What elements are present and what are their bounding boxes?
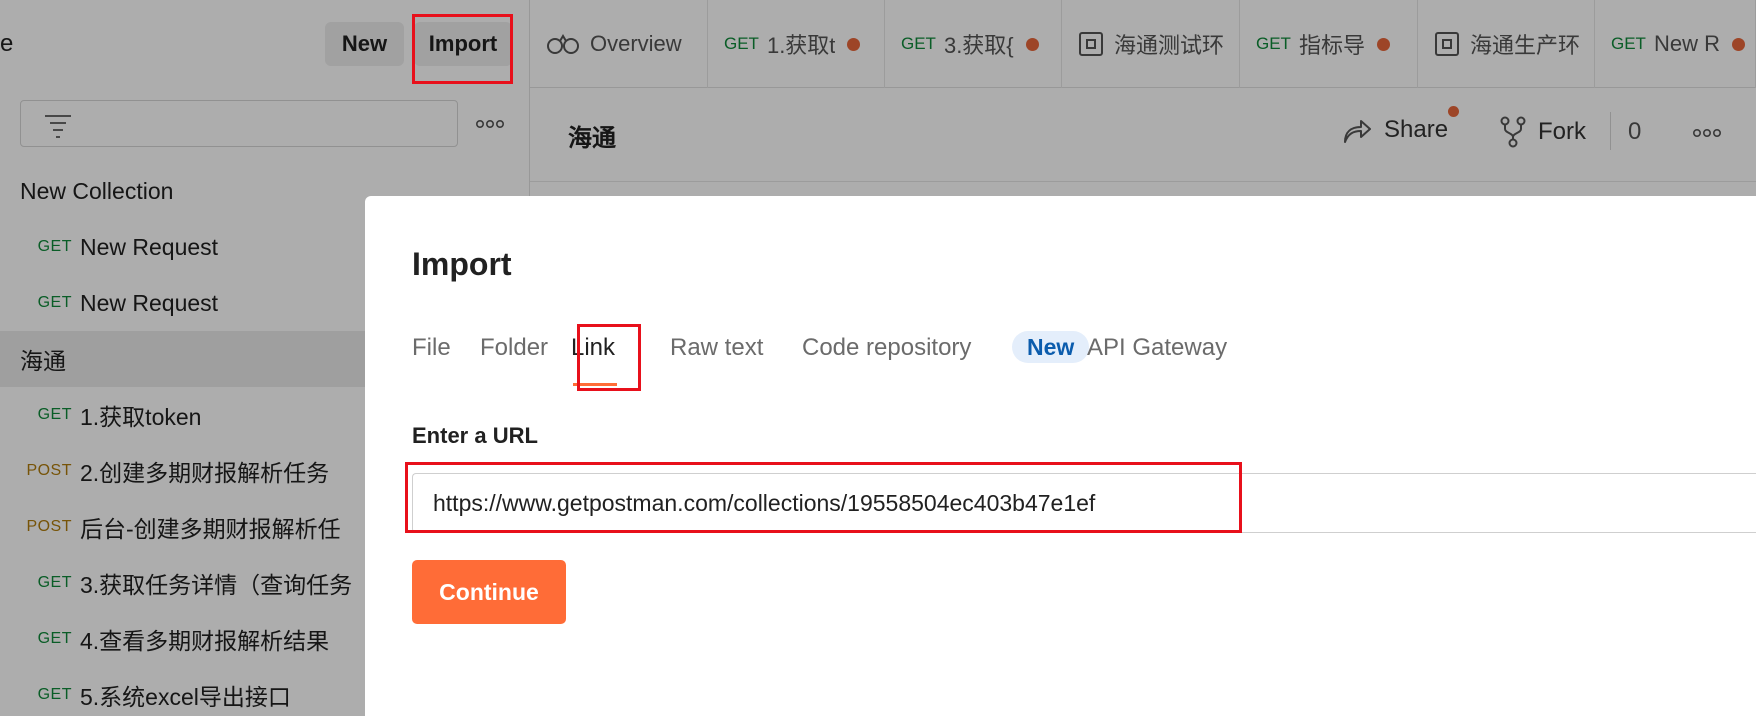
tab-raw-text[interactable]: Raw text: [670, 334, 763, 362]
url-input[interactable]: [412, 473, 1756, 533]
active-tab-indicator: [573, 383, 617, 386]
tab-label: API Gateway: [1087, 334, 1228, 361]
tab-label: Folder: [480, 334, 549, 361]
tab-label: Code repository: [802, 334, 972, 361]
tab-file[interactable]: File: [412, 334, 451, 362]
tab-label: Raw text: [670, 334, 764, 361]
tab-api-gateway[interactable]: API Gateway: [1087, 334, 1227, 362]
new-badge: New: [1012, 331, 1090, 363]
tab-label: File: [412, 334, 451, 361]
import-modal: Import File Folder Link Raw text Code reposi…: [365, 196, 1756, 716]
modal-title: Import: [412, 246, 512, 282]
tab-label: Link: [571, 334, 616, 361]
continue-button[interactable]: Continue: [412, 560, 566, 624]
tab-folder[interactable]: Folder: [480, 334, 548, 362]
url-label: Enter a URL: [412, 423, 538, 448]
tab-code-repository[interactable]: Code repository New: [802, 331, 1090, 363]
tab-link[interactable]: Link: [571, 334, 615, 362]
